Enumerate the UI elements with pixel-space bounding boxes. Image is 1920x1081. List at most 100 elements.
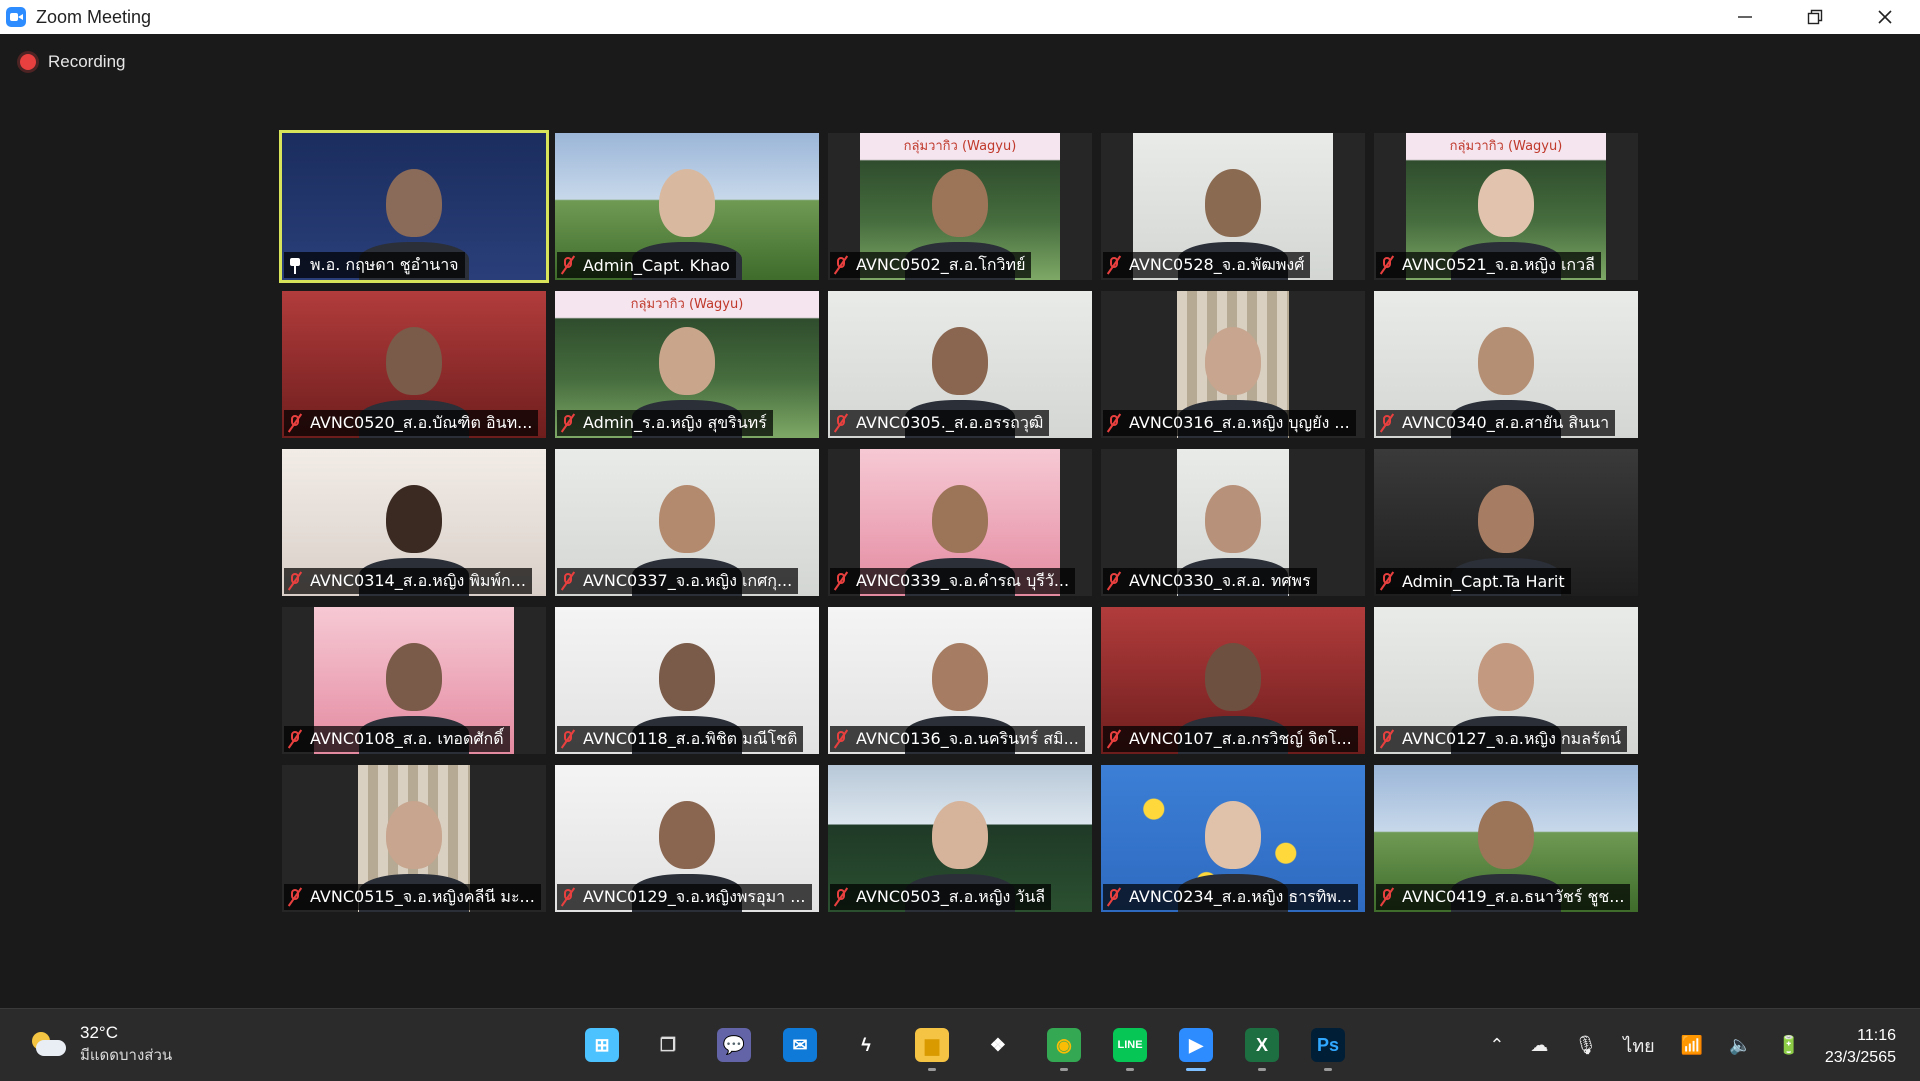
participant-name: AVNC0330_จ.ส.อ. ทศพร [1129, 570, 1311, 590]
running-indicator [1324, 1068, 1332, 1071]
participant-tile[interactable]: AVNC0314_ส.อ.หญิง พิมพ์ก... [282, 449, 546, 596]
participant-tile[interactable]: Admin_Capt. Khao [555, 133, 819, 280]
participant-tile[interactable]: AVNC0340_ส.อ.สายัน สินนา [1374, 291, 1638, 438]
participant-tile[interactable]: Admin_Capt.Ta Harit [1374, 449, 1638, 596]
participant-name: AVNC0107_ส.อ.กรวิชญ์ จิตโ... [1129, 728, 1352, 748]
participant-tile[interactable]: AVNC0305._ส.อ.อรรถวุฒิ [828, 291, 1092, 438]
participant-tile[interactable]: AVNC0339_จ.อ.คำรณ บุรีวั... [828, 449, 1092, 596]
participant-tile[interactable]: กลุ่มวากิว (Wagyu) AVNC0521_จ.อ.หญิง เกวล… [1374, 133, 1638, 280]
participant-name: AVNC0316_ส.อ.หญิง บุญยัง ... [1129, 412, 1350, 432]
participant-name: AVNC0127_จ.อ.หญิง กมลรัตน์ [1402, 728, 1621, 748]
chrome-button[interactable]: ◉ [1040, 1021, 1088, 1071]
mic-muted-icon [288, 888, 302, 906]
excel-icon: X [1245, 1028, 1279, 1062]
video-banner-text: กลุ่มวากิว (Wagyu) [903, 139, 1017, 154]
participant-name: AVNC0118_ส.อ.พิชิต มณีโชติ [583, 728, 798, 748]
weather-widget[interactable]: 32°C มีแดดบางส่วน [30, 1023, 172, 1067]
mic-muted-icon [561, 572, 575, 590]
excel-button[interactable]: X [1238, 1021, 1286, 1071]
participant-face [386, 485, 442, 553]
file-explorer-button[interactable]: ▆ [908, 1021, 956, 1071]
running-indicator [1186, 1068, 1206, 1071]
battery-icon[interactable]: 🔋 [1778, 1035, 1800, 1056]
participant-tile[interactable]: AVNC0127_จ.อ.หญิง กมลรัตน์ [1374, 607, 1638, 754]
mic-muted-icon [288, 414, 302, 432]
mic-muted-icon [1107, 888, 1121, 906]
participant-tile[interactable]: AVNC0316_ส.อ.หญิง บุญยัง ... [1101, 291, 1365, 438]
participant-name: พ.อ. กฤษดา ชูอำนาจ [310, 254, 459, 274]
photoshop-button[interactable]: Ps [1304, 1021, 1352, 1071]
participant-name: AVNC0314_ส.อ.หญิง พิมพ์ก... [310, 570, 526, 590]
mic-muted-icon [1107, 256, 1121, 274]
participant-tile[interactable]: AVNC0419_ส.อ.ธนาวัชร์ ชูช... [1374, 765, 1638, 912]
gallery-view: พ.อ. กฤษดา ชูอำนาจ Admin_Capt. Khao กลุ่มว… [279, 130, 1638, 912]
participant-name: AVNC0337_จ.อ.หญิง เกศกุ... [583, 570, 793, 590]
participant-name: AVNC0502_ส.อ.โกวิทย์ [856, 254, 1026, 274]
mic-muted-icon [1380, 572, 1394, 590]
participant-face [386, 801, 442, 869]
restore-button[interactable] [1780, 0, 1850, 34]
mic-muted-icon [1107, 414, 1121, 432]
participant-face [386, 327, 442, 395]
participant-tile[interactable]: AVNC0129_จ.อ.หญิงพรอุมา ... [555, 765, 819, 912]
minimize-icon [1738, 16, 1752, 18]
mic-muted-icon [1107, 572, 1121, 590]
task-view-button[interactable]: ❐ [644, 1021, 692, 1069]
clock[interactable]: 11:16 23/3/2565 [1825, 1025, 1896, 1069]
participant-tile[interactable]: AVNC0107_ส.อ.กรวิชญ์ จิตโ... [1101, 607, 1365, 754]
line-icon: LINE [1113, 1028, 1147, 1062]
participant-tile[interactable]: AVNC0515_จ.อ.หญิงคลีนี มะ... [282, 765, 546, 912]
mic-muted-icon [561, 730, 575, 748]
participant-nameplate: AVNC0521_จ.อ.หญิง เกวลี [1376, 252, 1601, 278]
chevron-up-icon[interactable]: ⌃ [1489, 1035, 1504, 1056]
running-indicator [1060, 1068, 1068, 1071]
participant-tile[interactable]: AVNC0108_ส.อ. เทอดศักดิ์ [282, 607, 546, 754]
participant-face [932, 485, 988, 553]
close-icon [1878, 10, 1892, 24]
dropbox-button[interactable]: ❖ [974, 1021, 1022, 1069]
participant-nameplate: Admin_Capt. Khao [557, 252, 736, 278]
participant-nameplate: AVNC0129_จ.อ.หญิงพรอุมา ... [557, 884, 812, 910]
onedrive-cloud-icon[interactable]: ☁ [1530, 1035, 1548, 1056]
participant-tile[interactable]: AVNC0528_จ.อ.พัฒพงศ์ [1101, 133, 1365, 280]
system-tray: ⌃ ☁ 🎙 ไทย 📶 🔈 🔋 [1489, 1031, 1800, 1060]
participant-nameplate: พ.อ. กฤษดา ชูอำนาจ [284, 252, 465, 278]
line-button[interactable]: LINE [1106, 1021, 1154, 1071]
mail-button[interactable]: ✉ [776, 1021, 824, 1069]
minimize-button[interactable] [1710, 0, 1780, 34]
mic-muted-icon [288, 572, 302, 590]
participant-tile[interactable]: กลุ่มวากิว (Wagyu) Admin_ร.อ.หญิง สุขรินท… [555, 291, 819, 438]
wifi-icon[interactable]: 📶 [1681, 1035, 1703, 1056]
participant-tile[interactable]: AVNC0234_ส.อ.หญิง ธารทิพ... [1101, 765, 1365, 912]
participant-tile[interactable]: AVNC0520_ส.อ.บัณฑิต อินท... [282, 291, 546, 438]
participant-tile[interactable]: AVNC0330_จ.ส.อ. ทศพร [1101, 449, 1365, 596]
pin-icon [288, 256, 302, 274]
windows-start-button[interactable]: ⊞ [578, 1021, 626, 1069]
weather-desc: มีแดดบางส่วน [80, 1046, 173, 1064]
participant-face [932, 801, 988, 869]
participant-tile[interactable]: AVNC0118_ส.อ.พิชิต มณีโชติ [555, 607, 819, 754]
mic-muted-icon [1380, 256, 1394, 274]
mail-icon: ✉ [783, 1028, 817, 1062]
microphone-icon[interactable]: 🎙 [1574, 1035, 1597, 1056]
participant-tile[interactable]: พ.อ. กฤษดา ชูอำนาจ [279, 130, 549, 283]
participant-tile[interactable]: AVNC0136_จ.อ.นครินทร์ สมิ... [828, 607, 1092, 754]
participant-nameplate: Admin_Capt.Ta Harit [1376, 568, 1571, 594]
file-explorer-icon: ▆ [915, 1028, 949, 1062]
participant-nameplate: AVNC0337_จ.อ.หญิง เกศกุ... [557, 568, 799, 594]
participant-name: AVNC0521_จ.อ.หญิง เกวลี [1402, 254, 1595, 274]
app-bolt-button[interactable]: ϟ [842, 1021, 890, 1069]
mic-muted-icon [1380, 888, 1394, 906]
zoom-button[interactable]: ▶ [1172, 1021, 1220, 1071]
participant-name: AVNC0305._ส.อ.อรรถวุฒิ [856, 412, 1044, 432]
participant-tile[interactable]: AVNC0503_ส.อ.หญิง วันลี [828, 765, 1092, 912]
recording-indicator[interactable]: Recording [20, 52, 126, 72]
running-indicator [928, 1068, 936, 1071]
participant-tile[interactable]: กลุ่มวากิว (Wagyu) AVNC0502_ส.อ.โกวิทย์ [828, 133, 1092, 280]
speaker-icon[interactable]: 🔈 [1729, 1035, 1751, 1056]
participant-tile[interactable]: AVNC0337_จ.อ.หญิง เกศกุ... [555, 449, 819, 596]
mic-muted-icon [834, 256, 848, 274]
teams-chat-button[interactable]: 💬 [710, 1021, 758, 1069]
close-button[interactable] [1850, 0, 1920, 34]
input-language[interactable]: ไทย [1623, 1031, 1654, 1060]
